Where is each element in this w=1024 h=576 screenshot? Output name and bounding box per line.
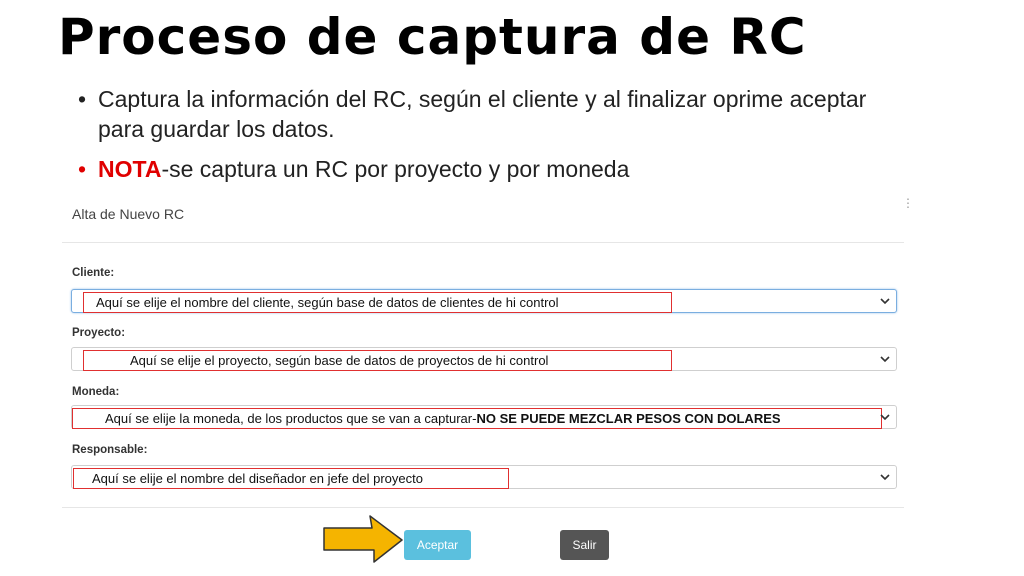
moneda-select[interactable]: Aquí se elije la moneda, de los producto…: [71, 405, 897, 429]
proyecto-label: Proyecto:: [72, 327, 126, 339]
chevron-down-icon: [880, 414, 890, 421]
moneda-value-text: Aquí se elije la moneda, de los producto…: [105, 411, 477, 426]
moneda-select-value: Aquí se elije la moneda, de los producto…: [72, 408, 882, 429]
responsable-label: Responsable:: [72, 444, 148, 456]
exit-button[interactable]: Salir: [560, 530, 609, 560]
chevron-down-icon: [880, 474, 890, 481]
bullet-list: Captura la información del RC, según el …: [78, 84, 918, 184]
responsable-select[interactable]: Aquí se elije el nombre del diseñador en…: [71, 465, 897, 489]
bullet-instructions: Captura la información del RC, según el …: [78, 84, 918, 144]
cliente-label: Cliente:: [72, 267, 115, 279]
slide-title: Proceso de captura de RC: [58, 8, 807, 66]
accept-button[interactable]: Aceptar: [404, 530, 471, 560]
header-divider: [62, 242, 904, 243]
proyecto-select-value: Aquí se elije el proyecto, según base de…: [83, 350, 672, 371]
cliente-select[interactable]: Aquí se elije el nombre del cliente, seg…: [71, 289, 897, 313]
chevron-down-icon: [880, 356, 890, 363]
moneda-label: Moneda:: [72, 386, 120, 398]
bullet-note: NOTA-se captura un RC por proyecto y por…: [78, 154, 918, 184]
note-text: -se captura un RC por proyecto y por mon…: [161, 156, 630, 182]
arrow-right-icon: [323, 515, 403, 563]
scroll-indicator: ⋮: [902, 196, 914, 210]
moneda-warning-text: NO SE PUEDE MEZCLAR PESOS CON DOLARES: [476, 411, 781, 426]
cliente-select-value: Aquí se elije el nombre del cliente, seg…: [83, 292, 672, 313]
responsable-select-value: Aquí se elije el nombre del diseñador en…: [73, 468, 509, 489]
form-header: Alta de Nuevo RC: [72, 206, 185, 222]
chevron-down-icon: [880, 298, 890, 305]
note-label: NOTA: [98, 156, 162, 182]
proyecto-select[interactable]: Aquí se elije el proyecto, según base de…: [71, 347, 897, 371]
footer-divider: [62, 507, 904, 508]
